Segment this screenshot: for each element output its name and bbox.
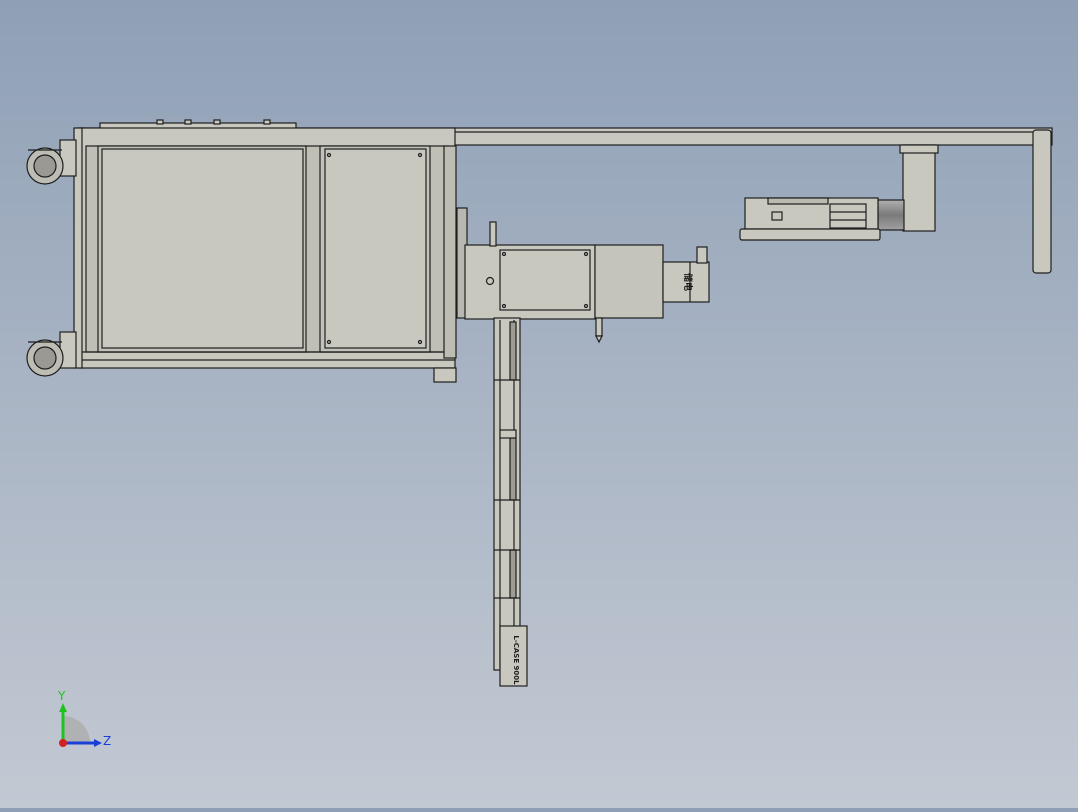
left-panel xyxy=(101,148,304,349)
vertical-rail xyxy=(493,317,528,687)
gantry-part xyxy=(829,203,867,229)
caster-bottom xyxy=(26,331,77,377)
y-axis-label: Y xyxy=(57,689,66,703)
screw xyxy=(326,339,332,345)
screw xyxy=(417,152,423,158)
gantry-flange xyxy=(899,144,939,154)
side-rail xyxy=(443,145,457,359)
screw xyxy=(417,339,423,345)
module-cover xyxy=(499,249,591,311)
rail-carriage xyxy=(499,429,517,439)
right-panel xyxy=(324,148,427,349)
rail-slot xyxy=(509,549,517,599)
right-leg xyxy=(1032,129,1052,274)
screw xyxy=(326,152,332,158)
gantry-arm xyxy=(902,144,936,232)
triad-quadrant xyxy=(63,716,90,743)
module-extension xyxy=(594,244,664,319)
top-knob xyxy=(213,119,221,125)
caster-hub xyxy=(33,154,57,178)
motor-1-cap xyxy=(696,246,708,264)
gantry-slots xyxy=(767,197,829,205)
sensor-pin xyxy=(595,317,603,337)
caster-hub xyxy=(33,346,57,370)
gantry-part xyxy=(771,211,783,221)
coordinate-triad[interactable]: Y Z xyxy=(57,689,111,748)
top-knob xyxy=(156,119,164,125)
gantry-motor xyxy=(877,199,905,231)
bottom-foot xyxy=(433,367,457,383)
rail-slot xyxy=(509,437,517,501)
caster-top xyxy=(26,139,77,185)
gantry-plate xyxy=(739,228,881,241)
cad-drawing: 储电 L-CASE 900L Y Z xyxy=(26,119,1053,748)
top-knob xyxy=(263,119,271,125)
y-axis-head xyxy=(59,703,67,712)
screw xyxy=(501,251,507,257)
sensor-pin xyxy=(489,221,497,247)
cabinet xyxy=(73,127,457,383)
hanging-gantry xyxy=(739,144,939,241)
cad-viewport[interactable]: 储电 L-CASE 900L Y Z xyxy=(0,0,1078,808)
x-axis-dot xyxy=(59,739,67,747)
z-axis-label: Z xyxy=(103,734,111,748)
motor-2-label: L-CASE 900L xyxy=(512,635,520,685)
top-knob xyxy=(184,119,192,125)
screw xyxy=(583,251,589,257)
screw xyxy=(501,303,507,309)
screw xyxy=(583,303,589,309)
bolt xyxy=(485,276,495,286)
rail-slot xyxy=(509,321,517,381)
sensor-tip xyxy=(595,335,603,344)
z-axis-head xyxy=(94,739,102,747)
motor-1-label: 储电 xyxy=(682,273,694,291)
